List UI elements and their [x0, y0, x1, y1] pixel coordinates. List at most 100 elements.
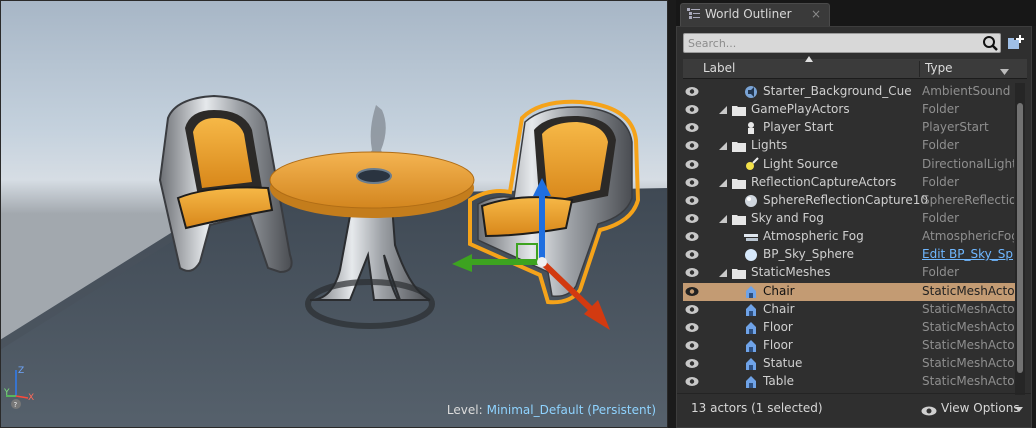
outliner-actor-row[interactable]: Floor StaticMeshActor	[683, 337, 1015, 355]
outliner-actor-row[interactable]: BP_Sky_Sphere Edit BP_Sky_Sp	[683, 246, 1015, 264]
visibility-eye-icon[interactable]	[685, 159, 699, 170]
visibility-eye-icon[interactable]	[685, 267, 699, 278]
visibility-eye-icon[interactable]	[685, 140, 699, 151]
scene-render[interactable]	[0, 0, 668, 428]
row-type: DirectionalLight	[922, 156, 1014, 171]
ambient-sound-icon	[745, 86, 757, 98]
row-type: Folder	[922, 102, 960, 117]
visibility-eye-icon[interactable]	[685, 213, 699, 224]
column-label-header[interactable]: Label	[703, 61, 735, 75]
outliner-actor-row[interactable]: Starter_Background_Cue AmbientSound	[683, 83, 1015, 101]
scroll-thumb[interactable]	[1017, 103, 1023, 373]
row-label: Sky and Fog	[751, 210, 824, 225]
search-box[interactable]	[683, 33, 1001, 53]
outliner-actor-row[interactable]: Floor StaticMeshActor	[683, 319, 1015, 337]
outliner-folder-row[interactable]: Sky and Fog Folder	[683, 210, 1015, 228]
chevron-down-icon[interactable]	[1015, 407, 1023, 412]
static-mesh-icon	[746, 285, 756, 298]
visibility-eye-icon[interactable]	[685, 322, 699, 333]
outliner-actor-row[interactable]: SphereReflectionCapture10 SphereReflectio…	[683, 192, 1015, 210]
row-type: StaticMeshActor	[922, 374, 1014, 389]
add-folder-button[interactable]	[1005, 33, 1025, 53]
outliner-folder-row[interactable]: GamePlayActors Folder	[683, 101, 1015, 119]
visibility-eye-icon[interactable]	[685, 104, 699, 115]
axis-indicator: Z Y X ?	[4, 366, 34, 409]
visibility-eye-icon[interactable]	[685, 231, 699, 242]
visibility-eye-icon[interactable]	[685, 340, 699, 351]
level-viewport[interactable]: Z Y X ? Level: Minimal_Default (Persisten…	[0, 0, 668, 428]
visibility-eye-icon[interactable]	[685, 86, 699, 97]
level-prefix: Level:	[446, 403, 483, 417]
row-type: StaticMeshActor	[922, 283, 1014, 298]
axis-x-label: X	[28, 393, 34, 403]
search-input[interactable]	[684, 34, 978, 52]
outliner-actor-row[interactable]: Player Start PlayerStart	[683, 119, 1015, 137]
row-label: SphereReflectionCapture10	[763, 192, 928, 207]
row-type: AmbientSound	[922, 84, 1011, 98]
close-icon[interactable]: ×	[811, 4, 821, 25]
row-type: Folder	[922, 210, 960, 225]
axis-z-label: Z	[18, 366, 24, 376]
outliner-actor-row[interactable]: Statue StaticMeshActor	[683, 355, 1015, 373]
row-label: GamePlayActors	[751, 102, 850, 117]
outliner-body: Label Type Starter_Background_Cue Ambient…	[676, 26, 1032, 428]
row-type: AtmosphericFog	[922, 229, 1014, 244]
reflection-capture-icon	[745, 194, 757, 207]
visibility-eye-icon[interactable]	[685, 249, 699, 260]
tab-world-outliner[interactable]: World Outliner ×	[680, 3, 830, 26]
visibility-eye-icon[interactable]	[685, 286, 699, 297]
visibility-eye-icon[interactable]	[685, 304, 699, 315]
outliner-actor-row[interactable]: Table StaticMeshActor	[683, 373, 1015, 391]
row-type: StaticMeshActor	[922, 301, 1014, 316]
folder-icon	[732, 269, 746, 280]
outliner-tree[interactable]: Starter_Background_Cue AmbientSound GamePl…	[683, 83, 1015, 393]
view-options-button[interactable]: View Options	[941, 401, 1020, 415]
row-type: Folder	[922, 138, 960, 153]
row-type: StaticMeshActor	[922, 319, 1014, 334]
row-label: Light Source	[763, 156, 838, 171]
visibility-eye-icon[interactable]	[685, 122, 699, 133]
row-label: Lights	[751, 138, 788, 153]
visibility-eye-icon[interactable]	[685, 376, 699, 387]
column-type-header[interactable]: Type	[925, 61, 953, 75]
column-menu-icon[interactable]	[1000, 69, 1009, 75]
outliner-actor-row[interactable]: Chair StaticMeshActor	[683, 301, 1015, 319]
row-type: StaticMeshActor	[922, 337, 1014, 352]
row-label: BP_Sky_Sphere	[763, 247, 854, 262]
folder-icon	[732, 178, 746, 189]
edit-blueprint-link[interactable]: Edit BP_Sky_Sp	[922, 247, 1014, 261]
static-mesh-icon	[746, 321, 756, 334]
visibility-eye-icon[interactable]	[685, 177, 699, 188]
world-outliner-panel: World Outliner × Label Type Starter_Back…	[676, 0, 1036, 428]
row-label: Atmospheric Fog	[763, 229, 864, 244]
axis-y-label: Y	[4, 388, 10, 398]
level-name[interactable]: Minimal_Default (Persistent)	[487, 403, 656, 417]
expand-arrow-icon[interactable]	[719, 142, 727, 151]
outliner-actor-row[interactable]: Light Source DirectionalLight	[683, 156, 1015, 174]
expand-arrow-icon[interactable]	[719, 269, 727, 278]
search-icon[interactable]	[982, 35, 998, 51]
row-type: SphereReflection	[922, 192, 1014, 207]
visibility-eye-icon[interactable]	[685, 358, 699, 369]
expand-arrow-icon[interactable]	[719, 214, 727, 223]
panel-splitter[interactable]	[668, 0, 676, 428]
outliner-scrollbar[interactable]	[1015, 83, 1025, 395]
row-label: Floor	[763, 337, 793, 352]
outliner-actor-row[interactable]: Chair StaticMeshActor	[683, 282, 1015, 301]
row-label: Player Start	[763, 120, 834, 135]
expand-arrow-icon[interactable]	[719, 178, 727, 187]
row-label: ReflectionCaptureActors	[751, 174, 897, 189]
visibility-eye-icon[interactable]	[685, 195, 699, 206]
expand-arrow-icon[interactable]	[719, 106, 727, 115]
folder-icon	[732, 142, 746, 153]
outliner-folder-row[interactable]: ReflectionCaptureActors Folder	[683, 174, 1015, 192]
static-mesh-icon	[746, 339, 756, 352]
eye-icon[interactable]	[921, 406, 937, 416]
row-label: Floor	[763, 319, 793, 334]
static-mesh-icon	[746, 303, 756, 316]
outliner-folder-row[interactable]: StaticMeshes Folder	[683, 264, 1015, 282]
row-label: Table	[763, 374, 795, 389]
outliner-actor-row[interactable]: Atmospheric Fog AtmosphericFog	[683, 228, 1015, 246]
folder-icon	[732, 214, 746, 225]
outliner-folder-row[interactable]: Lights Folder	[683, 137, 1015, 155]
